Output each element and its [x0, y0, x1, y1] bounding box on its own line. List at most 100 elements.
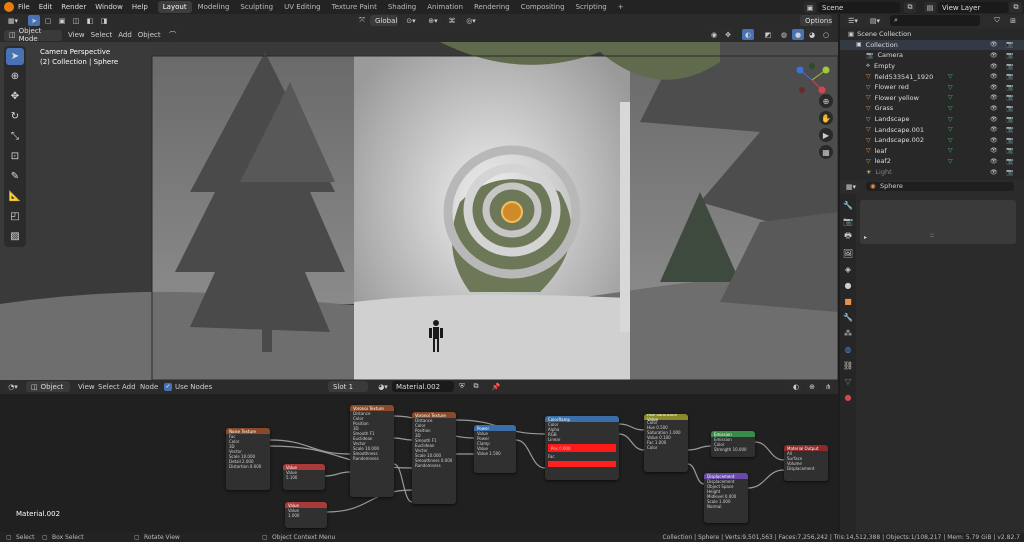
cursor-tool-icon[interactable]: ⊕: [6, 68, 24, 85]
shading-solid-icon[interactable]: ●: [792, 29, 804, 40]
node-socket-row[interactable]: Strength 10.000: [711, 447, 755, 452]
proportional-edit-icon[interactable]: ◎▾: [462, 15, 480, 26]
outliner-search-input[interactable]: ⌕: [890, 15, 980, 26]
viewport-menu-select[interactable]: Select: [91, 31, 113, 39]
tab-compositing[interactable]: Compositing: [516, 1, 570, 13]
render-visibility-icon[interactable]: 📷: [1006, 137, 1013, 144]
transform-orientation-dropdown[interactable]: Global: [370, 15, 398, 26]
menu-edit[interactable]: Edit: [39, 3, 53, 11]
outliner-item-collection[interactable]: ▣ Collection 👁 📷: [840, 39, 1024, 51]
node-menu-view[interactable]: View: [78, 383, 95, 391]
properties-editor-type-icon[interactable]: ▦▾: [842, 181, 860, 192]
xray-icon[interactable]: ◩: [762, 29, 774, 40]
render-visibility-icon[interactable]: 📷: [1006, 73, 1013, 80]
world-tab-icon[interactable]: ●: [841, 278, 855, 292]
tab-layout[interactable]: Layout: [157, 1, 192, 13]
outliner-editor-type-icon[interactable]: ☰▾: [844, 15, 862, 26]
menu-window[interactable]: Window: [95, 3, 123, 11]
node-socket-row[interactable]: Distortion 0.000: [226, 464, 270, 469]
node-menu-add[interactable]: Add: [122, 383, 136, 391]
menu-render[interactable]: Render: [61, 3, 86, 11]
outliner-item-flower-red[interactable]: ▽ Flower red ▽ 👁 📷: [840, 82, 1024, 93]
material-name-field[interactable]: Material.002: [392, 381, 454, 392]
add-cube-tool-icon[interactable]: ◰: [6, 208, 24, 225]
browse-material-icon[interactable]: ◕▾: [374, 381, 392, 392]
node-menu-select[interactable]: Select: [98, 383, 120, 391]
tab-rendering[interactable]: Rendering: [469, 1, 515, 13]
camera-view-icon[interactable]: ▶: [819, 128, 833, 142]
use-nodes-checkbox[interactable]: ✓: [164, 383, 172, 391]
node-colorramp[interactable]: ColorRamp Color Alpha RGB Linear Pos 0.000 Fac: [545, 416, 619, 480]
outliner-item-flower-yellow[interactable]: ▽ Flower yellow ▽ 👁 📷: [840, 93, 1024, 104]
transform-tool-icon[interactable]: ⊡: [6, 148, 24, 165]
render-visibility-icon[interactable]: 📷: [1006, 84, 1013, 91]
render-visibility-icon[interactable]: 📷: [1006, 147, 1013, 154]
slot-dropdown[interactable]: Slot 1: [328, 381, 368, 392]
new-scene-icon[interactable]: ⧉: [904, 2, 916, 13]
viewport-menu-view[interactable]: View: [68, 31, 85, 39]
visibility-eye-icon[interactable]: 👁: [990, 84, 998, 91]
outliner-item-empty[interactable]: ⟡ Empty 👁 📷: [840, 61, 1024, 72]
mesh-data-icon[interactable]: ▽: [948, 147, 953, 154]
outliner-item-field533541-1920[interactable]: ▽ field533541_1920 ▽ 👁 📷: [840, 71, 1024, 82]
options-dropdown[interactable]: Options: [800, 15, 832, 26]
visibility-eye-icon[interactable]: 👁: [990, 137, 998, 144]
mesh-data-icon[interactable]: ▽: [948, 126, 953, 133]
visibility-eye-icon[interactable]: 👁: [990, 63, 998, 70]
select-tool-icon[interactable]: ➤: [28, 15, 40, 26]
render-visibility-icon[interactable]: 📷: [1006, 63, 1013, 70]
scene-selector[interactable]: Scene: [818, 2, 900, 13]
outliner-item-light[interactable]: ☀ Light 👁 📷: [840, 167, 1024, 178]
properties-object-name[interactable]: Sphere: [866, 182, 1014, 191]
select-mode-subtract-icon[interactable]: ◫: [70, 15, 82, 26]
pivot-point-icon[interactable]: ⊙▾: [402, 15, 420, 26]
snap-target-icon[interactable]: ⌘: [446, 15, 458, 26]
modifier-tab-icon[interactable]: 🔧: [841, 310, 855, 324]
physics-tab-icon[interactable]: ◍: [841, 342, 855, 356]
shading-material-icon[interactable]: ◕: [806, 29, 818, 40]
visibility-eye-icon[interactable]: 👁: [990, 158, 998, 165]
rotate-tool-icon[interactable]: ↻: [6, 108, 24, 125]
render-visibility-icon[interactable]: 📷: [1006, 41, 1013, 48]
visibility-eye-icon[interactable]: 👁: [990, 94, 998, 101]
node-socket-row[interactable]: Linear: [545, 437, 619, 442]
new-collection-icon[interactable]: ⊞: [1006, 15, 1020, 26]
select-mode-extend-icon[interactable]: ▣: [56, 15, 68, 26]
filter-icon[interactable]: ⛉: [990, 15, 1004, 26]
view-object-types-icon[interactable]: ◉: [708, 29, 720, 40]
visibility-eye-icon[interactable]: 👁: [990, 147, 998, 154]
select-mode-new-icon[interactable]: ▢: [42, 15, 54, 26]
outliner-item-landscape[interactable]: ▽ Landscape ▽ 👁 📷: [840, 114, 1024, 125]
render-visibility-icon[interactable]: 📷: [1006, 158, 1013, 165]
node-voronoi2[interactable]: Voronoi Texture Distance Color Position 3D Sm…: [412, 412, 456, 504]
object-mode-dropdown[interactable]: ◫ Object Mode: [4, 27, 62, 43]
move-tool-icon[interactable]: ✥: [6, 88, 24, 105]
scene-tab-icon[interactable]: ◈: [841, 262, 855, 276]
mesh-data-icon[interactable]: ▽: [948, 73, 953, 80]
visibility-eye-icon[interactable]: 👁: [990, 73, 998, 80]
select-mode-intersect-icon[interactable]: ◨: [98, 15, 110, 26]
data-tab-icon[interactable]: ▽: [841, 374, 855, 388]
node-output[interactable]: Material Output All Surface Volume Displacem…: [784, 445, 828, 481]
select-mode-invert-icon[interactable]: ◧: [84, 15, 96, 26]
node-socket-row[interactable]: Value 1.500: [474, 451, 516, 456]
node-noise[interactable]: Noise Texture Fac Color 3D Vector Scale 10.00…: [226, 428, 270, 490]
editor-type-icon[interactable]: ▦▾: [4, 15, 22, 26]
new-view-layer-icon[interactable]: ⧉: [1010, 2, 1022, 13]
render-visibility-icon[interactable]: 📷: [1006, 169, 1013, 176]
mesh-data-icon[interactable]: ▽: [948, 84, 953, 91]
constraints-tab-icon[interactable]: ⛓: [841, 358, 855, 372]
viewport-extra-icon[interactable]: ⌒: [166, 29, 179, 41]
node-value2[interactable]: Value Value 1.000: [285, 502, 327, 528]
visibility-eye-icon[interactable]: 👁: [990, 52, 998, 59]
node-emission[interactable]: Emission Emission Color Strength 10.000: [711, 431, 755, 457]
shader-type-dropdown[interactable]: ◫ Object: [26, 381, 70, 392]
node-socket-row[interactable]: Fac: [545, 454, 619, 459]
color-ramp-gradient[interactable]: [548, 461, 616, 467]
outliner-item-grass[interactable]: ▽ Grass ▽ 👁 📷: [840, 103, 1024, 114]
blender-logo-icon[interactable]: [4, 2, 14, 12]
node-socket-row[interactable]: Normal: [704, 504, 748, 509]
annotate-tool-icon[interactable]: ✎: [6, 168, 24, 185]
view-layer-tab-icon[interactable]: 🖼: [841, 246, 855, 260]
node-menu-node[interactable]: Node: [140, 383, 158, 391]
